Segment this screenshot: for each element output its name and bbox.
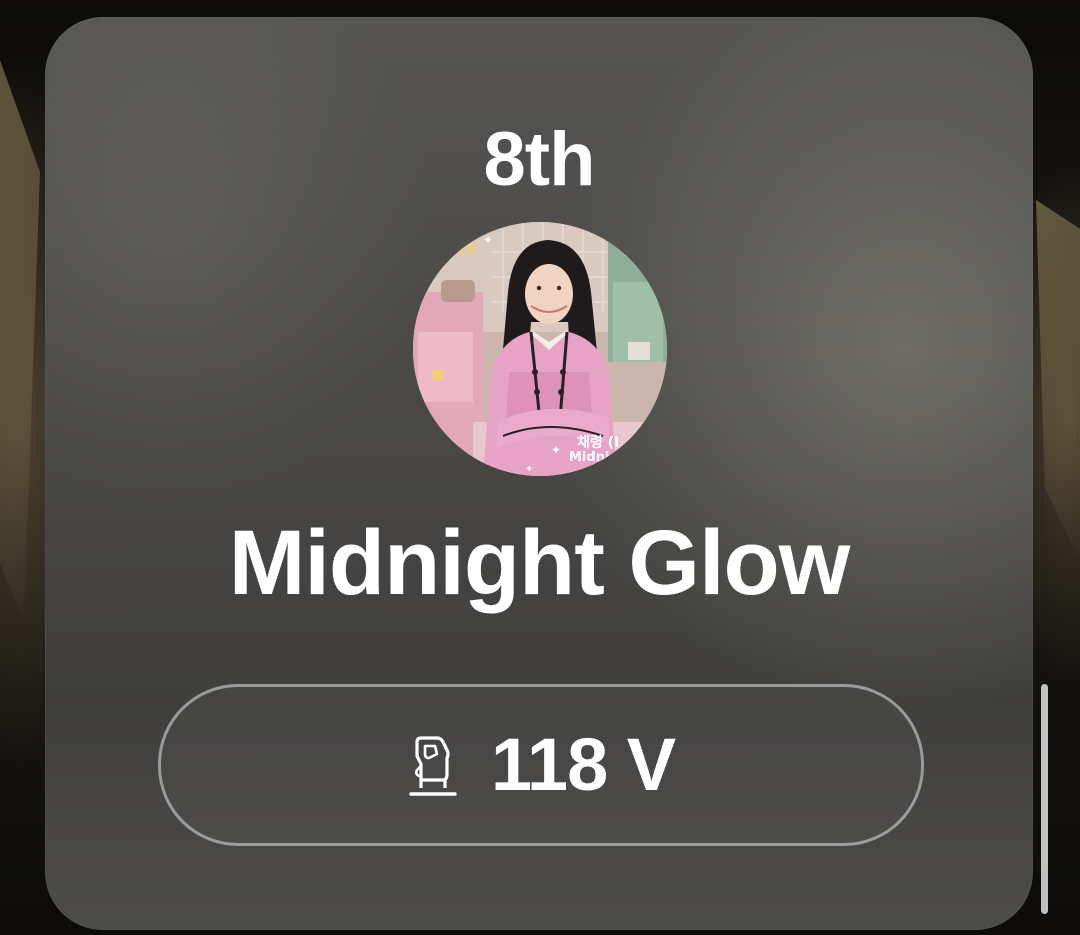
avatar-caption-line1: 채령 (I	[577, 435, 620, 451]
vote-count: 118 V	[490, 723, 676, 806]
svg-text:✦: ✦	[551, 443, 561, 457]
rank-label: 8th	[483, 117, 596, 202]
svg-text:✦: ✦	[483, 233, 493, 247]
hand-vote-icon	[409, 736, 457, 796]
candidate-avatar[interactable]: ✦ ✦ ✦ 하인 채령 (I Midni	[413, 222, 667, 476]
background-shard-right	[1036, 200, 1080, 560]
vote-button[interactable]: 118 V	[158, 684, 924, 846]
avatar-corner-text: 하인	[453, 242, 477, 257]
scrollbar[interactable]	[1041, 684, 1048, 914]
svg-text:✦: ✦	[525, 464, 533, 475]
ranking-card: 8th ✦ ✦ ✦ 하인 채령 (I Midni Midnight Glow 1…	[45, 17, 1033, 930]
candidate-photo: ✦ ✦ ✦	[413, 222, 667, 476]
background-shard-left	[0, 60, 40, 620]
avatar-caption-line2: Midni	[569, 450, 610, 465]
candidate-name: Midnight Glow	[228, 512, 851, 614]
